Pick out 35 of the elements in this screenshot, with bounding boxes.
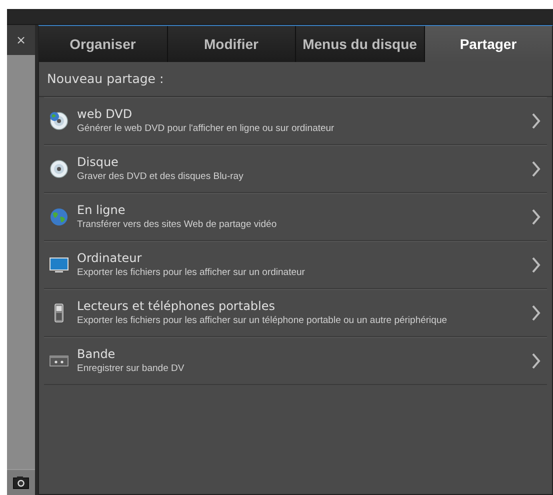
- share-option[interactable]: web DVD Générer le web DVD pour l'afficher en ligne ou sur ordinateur: [44, 96, 547, 145]
- web-disc-icon: [49, 110, 69, 131]
- chevron-icon: [531, 112, 541, 130]
- option-title: En ligne: [77, 202, 126, 218]
- option-description: Exporter les fichiers pour les afficher sur un ordinateur: [77, 266, 306, 280]
- tab[interactable]: Organiser: [39, 26, 168, 62]
- share-option[interactable]: En ligne Transférer vers des sites Web de partage vidéo: [44, 192, 547, 241]
- chevron-icon: [531, 160, 541, 178]
- chevron-icon: [531, 352, 541, 370]
- option-title: Disque: [77, 154, 120, 170]
- globe-icon: [49, 206, 69, 227]
- tab[interactable]: Modifier: [168, 26, 296, 62]
- option-title: Lecteurs et téléphones portables: [77, 298, 276, 314]
- share-option[interactable]: Disque Graver des DVD et des disques Blu-ray: [44, 144, 547, 193]
- share-option[interactable]: Lecteurs et téléphones portables Exporter les fichiers pour les afficher sur un téléphone portable ou un autre périphérique: [44, 288, 547, 337]
- share-option[interactable]: Ordinateur Exporter les fichiers pour les afficher sur un ordinateur: [44, 240, 547, 289]
- option-title: web DVD: [77, 106, 134, 122]
- option-description: Graver des DVD et des disques Blu-ray: [77, 170, 244, 184]
- monitor-icon: [49, 254, 69, 275]
- disc-icon: [49, 158, 69, 179]
- chevron-icon: [531, 208, 541, 226]
- option-title: Ordinateur: [77, 250, 143, 266]
- option-description: Exporter les fichiers pour les afficher sur un téléphone portable ou un autre périphérique: [77, 314, 448, 328]
- close-button[interactable]: ×: [7, 25, 35, 55]
- section-title: Nouveau partage :: [39, 62, 552, 97]
- chevron-icon: [531, 256, 541, 274]
- option-title: Bande: [77, 346, 116, 362]
- chevron-icon: [531, 304, 541, 322]
- option-description: Enregistrer sur bande DV: [77, 362, 186, 376]
- share-option[interactable]: Bande Enregistrer sur bande DV: [44, 336, 547, 385]
- tab[interactable]: Menus du disque: [296, 26, 424, 62]
- option-description: Transférer vers des sites Web de partage vidéo: [77, 218, 278, 232]
- option-description: Générer le web DVD pour l'afficher en ligne ou sur ordinateur: [77, 122, 336, 136]
- camera-icon[interactable]: [13, 476, 29, 489]
- tab[interactable]: Partager: [424, 26, 552, 62]
